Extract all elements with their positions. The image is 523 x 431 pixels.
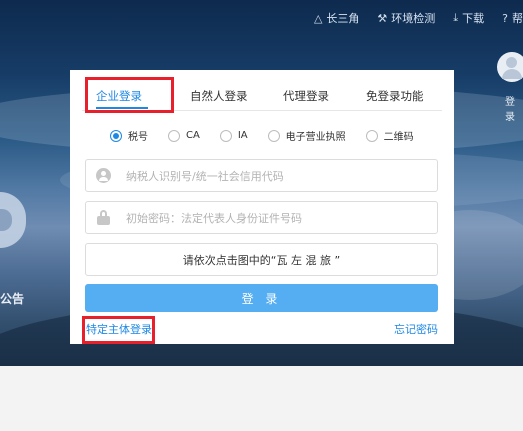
radio-unselected-icon bbox=[219, 129, 232, 142]
announcement-label[interactable]: 公告 bbox=[0, 290, 24, 307]
wrench-icon: ⚒ bbox=[377, 11, 388, 25]
radio-qr-code[interactable]: 二维码 bbox=[365, 128, 414, 143]
lock-icon bbox=[96, 210, 111, 225]
nav-item-download[interactable]: ⤓ 下载 bbox=[453, 10, 484, 26]
radio-ca[interactable]: CA bbox=[168, 129, 200, 142]
radio-e-license[interactable]: 电子营业执照 bbox=[267, 128, 346, 143]
nav-label: 帮 bbox=[512, 12, 523, 25]
nav-item-environment-check[interactable]: ⚒ 环境检测 bbox=[377, 10, 435, 26]
tax-id-placeholder: 纳税人识别号/统一社会信用代码 bbox=[126, 169, 284, 183]
radio-unselected-icon bbox=[365, 129, 378, 142]
login-method-radios: 税号 CA IA 电子营业执照 二维码 bbox=[110, 128, 434, 143]
login-modal: 企业登录 自然人登录 代理登录 免登录功能 税号 CA IA 电子营业执照 二维… bbox=[70, 70, 454, 344]
tax-id-input[interactable]: 纳税人识别号/统一社会信用代码 bbox=[85, 159, 438, 192]
radio-unselected-icon bbox=[267, 129, 280, 142]
avatar-body bbox=[502, 69, 522, 79]
highlight-box bbox=[85, 77, 174, 113]
top-nav: △ 长三角 ⚒ 环境检测 ⤓ 下载 ? 帮 bbox=[314, 10, 523, 26]
radio-label: CA bbox=[186, 130, 200, 141]
nav-label: 环境检测 bbox=[391, 12, 436, 25]
tab-individual-login[interactable]: 自然人登录 bbox=[190, 88, 248, 104]
radio-tax-id[interactable]: 税号 bbox=[110, 128, 148, 143]
nav-item-yangtze-delta[interactable]: △ 长三角 bbox=[314, 10, 359, 26]
nav-item-help[interactable]: ? 帮 bbox=[502, 10, 523, 26]
help-icon: ? bbox=[502, 11, 508, 25]
radio-label: 税号 bbox=[128, 132, 148, 143]
triangle-icon: △ bbox=[313, 11, 323, 25]
user-icon bbox=[96, 168, 111, 183]
nav-label: 下载 bbox=[462, 12, 485, 25]
tab-agent-login[interactable]: 代理登录 bbox=[283, 88, 329, 104]
tab-no-login-functions[interactable]: 免登录功能 bbox=[366, 88, 424, 104]
nav-label: 长三角 bbox=[326, 12, 360, 25]
radio-label: 二维码 bbox=[383, 132, 414, 143]
highlight-box bbox=[82, 316, 155, 344]
radio-selected-icon bbox=[110, 129, 122, 142]
download-icon: ⤓ bbox=[453, 11, 459, 24]
side-login-label[interactable]: 登录 bbox=[505, 93, 523, 123]
avatar-head bbox=[506, 57, 517, 68]
user-avatar-icon[interactable] bbox=[497, 52, 523, 82]
radio-unselected-icon bbox=[168, 129, 180, 142]
captcha-button[interactable]: 请依次点击图中的“瓦 左 混 旅 ” bbox=[85, 243, 438, 276]
page-bottom bbox=[0, 366, 523, 431]
password-placeholder: 初始密码：法定代表人身份证件号码 bbox=[126, 211, 302, 225]
radio-label: IA bbox=[237, 130, 248, 141]
forgot-password-link[interactable]: 忘记密码 bbox=[394, 321, 438, 337]
radio-label: 电子营业执照 bbox=[285, 132, 346, 143]
radio-ia[interactable]: IA bbox=[219, 129, 248, 142]
login-button[interactable]: 登 录 bbox=[85, 284, 438, 312]
password-input[interactable]: 初始密码：法定代表人身份证件号码 bbox=[85, 201, 438, 234]
